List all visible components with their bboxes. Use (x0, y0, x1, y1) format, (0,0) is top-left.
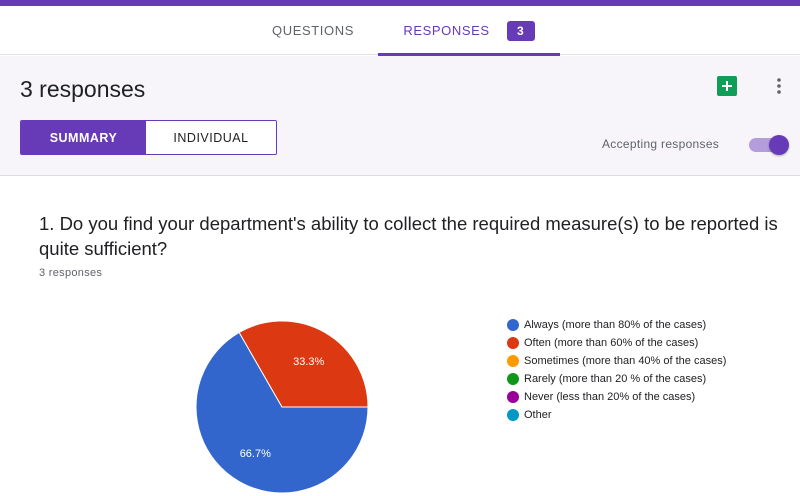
legend-item-5: Other (507, 408, 767, 423)
question-title: 1. Do you find your department's ability… (39, 213, 778, 259)
accepting-responses-switch[interactable] (749, 135, 789, 155)
responses-summary-panel: 3 responses SUMMARY INDIVIDUAL Accepting… (0, 56, 800, 176)
more-vert-icon[interactable] (769, 76, 789, 96)
legend-item-4: Never (less than 20% of the cases) (507, 390, 767, 405)
legend-item-1: Often (more than 60% of the cases) (507, 336, 767, 351)
summary-button[interactable]: SUMMARY (21, 121, 146, 154)
legend-swatch-5 (507, 409, 519, 421)
legend-label-5: Other (524, 409, 552, 421)
tab-responses-label: RESPONSES (403, 23, 490, 38)
legend-label-3: Rarely (more than 20 % of the cases) (524, 373, 707, 385)
responses-count-badge: 3 (506, 20, 535, 41)
pie-slice-label-1: 33.3% (293, 356, 324, 368)
tab-questions[interactable]: QUESTIONS (250, 6, 376, 55)
responses-title: 3 responses (20, 76, 146, 102)
form-tab-bar: QUESTIONS RESPONSES 3 (0, 6, 800, 56)
pie-slice-label-0: 66.7% (240, 448, 271, 460)
legend-swatch-3 (507, 373, 519, 385)
switch-thumb (769, 135, 789, 155)
legend-label-1: Often (more than 60% of the cases) (524, 337, 699, 349)
legend-swatch-0 (507, 319, 519, 331)
legend-label-4: Never (less than 20% of the cases) (524, 391, 696, 403)
sheets-icon[interactable] (717, 76, 737, 96)
legend-label-0: Always (more than 80% of the cases) (524, 319, 707, 331)
legend-swatch-4 (507, 391, 519, 403)
tab-questions-label: QUESTIONS (272, 23, 354, 38)
legend-swatch-1 (507, 337, 519, 349)
summary-individual-toggle: SUMMARY INDIVIDUAL (20, 120, 277, 155)
legend-item-2: Sometimes (more than 40% of the cases) (507, 354, 767, 369)
chart-legend: Always (more than 80% of the cases) Often… (507, 318, 767, 426)
legend-swatch-2 (507, 355, 519, 367)
tab-responses[interactable]: RESPONSES 3 (378, 6, 560, 56)
legend-item-3: Rarely (more than 20 % of the cases) (507, 372, 767, 387)
question-response-count: 3 responses (39, 267, 103, 279)
pie-chart: 66.7% 33.3% (195, 321, 369, 494)
accepting-responses-label: Accepting responses (602, 137, 720, 151)
legend-label-2: Sometimes (more than 40% of the cases) (524, 355, 727, 367)
legend-item-0: Always (more than 80% of the cases) (507, 318, 767, 333)
individual-button[interactable]: INDIVIDUAL (146, 121, 276, 154)
